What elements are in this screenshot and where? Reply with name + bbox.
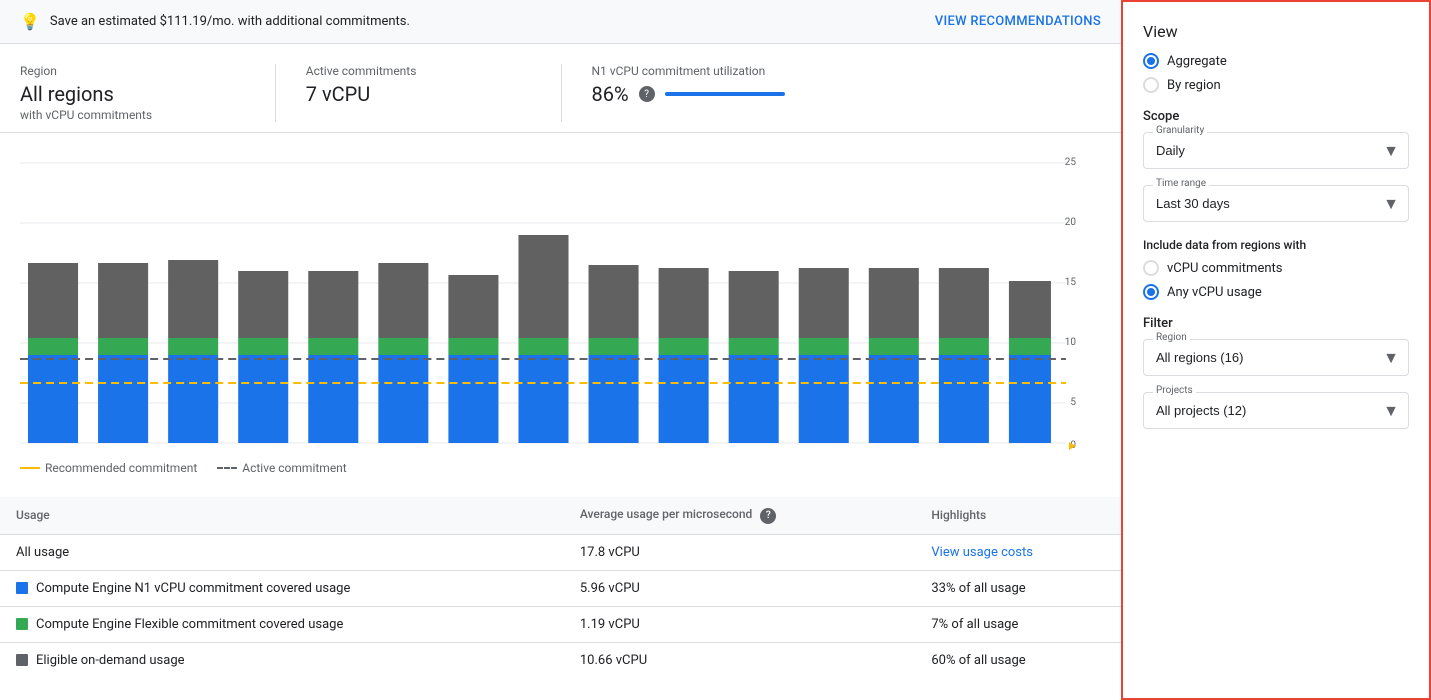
- legend-active: Active commitment: [217, 461, 346, 475]
- include-vcpu-commitments-label: vCPU commitments: [1167, 261, 1282, 276]
- utilization-help-icon[interactable]: ?: [639, 86, 655, 102]
- utilization-label: N1 vCPU commitment utilization: [592, 64, 1042, 78]
- view-radio-group: Aggregate By region: [1143, 53, 1409, 93]
- usage-table: Usage Average usage per microsecond ? Hi…: [0, 497, 1121, 678]
- projects-filter-select[interactable]: All projects (12): [1143, 392, 1409, 429]
- view-aggregate-radio[interactable]: [1143, 53, 1159, 69]
- avg-help-icon[interactable]: ?: [760, 508, 776, 524]
- stats-row: Region All regions with vCPU commitments…: [0, 44, 1121, 133]
- avg-cell: 10.66 vCPU: [564, 642, 916, 678]
- filter-title: Filter: [1143, 316, 1409, 331]
- view-aggregate-label: Aggregate: [1167, 54, 1227, 69]
- include-label: Include data from regions with: [1143, 238, 1409, 252]
- legend-recommended-label: Recommended commitment: [45, 461, 197, 475]
- table-row: Compute Engine Flexible commitment cover…: [0, 606, 1121, 642]
- col-usage: Usage: [0, 497, 564, 534]
- chart-area: 25 20 15 10 5 0: [0, 133, 1121, 487]
- panel-view-title: View: [1143, 22, 1409, 41]
- banner-text: Save an estimated $111.19/mo. with addit…: [50, 14, 410, 29]
- savings-banner: 💡 Save an estimated $111.19/mo. with add…: [0, 0, 1121, 44]
- region-label: Region: [20, 64, 245, 78]
- usage-color-dot: [16, 618, 28, 630]
- table-row: Eligible on-demand usage10.66 vCPU60% of…: [0, 642, 1121, 678]
- include-vcpu-commitments-radio[interactable]: [1143, 260, 1159, 276]
- legend-active-label: Active commitment: [242, 461, 346, 475]
- lightbulb-icon: 💡: [20, 12, 40, 31]
- legend-active-line: [217, 467, 237, 469]
- commitments-label: Active commitments: [306, 64, 531, 78]
- avg-cell: 1.19 vCPU: [564, 606, 916, 642]
- projects-filter-wrapper: Projects All projects (12) ▼: [1143, 392, 1409, 429]
- col-highlights: Highlights: [915, 497, 1121, 534]
- region-filter-select[interactable]: All regions (16): [1143, 339, 1409, 376]
- include-any-vcpu-radio[interactable]: [1143, 284, 1159, 300]
- highlight-cell: 60% of all usage: [915, 642, 1121, 678]
- usage-cell: Compute Engine Flexible commitment cover…: [0, 606, 564, 642]
- region-value: All regions: [20, 82, 245, 106]
- commitments-value: 7 vCPU: [306, 82, 531, 106]
- include-any-vcpu-option[interactable]: Any vCPU usage: [1143, 284, 1409, 300]
- legend-recommended: Recommended commitment: [20, 461, 197, 475]
- granularity-float-label: Granularity: [1153, 125, 1207, 136]
- highlight-cell[interactable]: View usage costs: [915, 534, 1121, 570]
- time-range-select[interactable]: Last 7 days Last 14 days Last 30 days La…: [1143, 185, 1409, 222]
- include-vcpu-commitments-option[interactable]: vCPU commitments: [1143, 260, 1409, 276]
- view-usage-costs-link[interactable]: View usage costs: [931, 545, 1033, 560]
- utilization-bar: [665, 92, 785, 96]
- time-range-float-label: Time range: [1153, 178, 1209, 189]
- right-panel: View Aggregate By region Scope Granulari…: [1121, 0, 1431, 700]
- include-radio-group: vCPU commitments Any vCPU usage: [1143, 260, 1409, 300]
- view-byregion-option[interactable]: By region: [1143, 77, 1409, 93]
- svg-text:25: 25: [1065, 157, 1077, 168]
- region-stat: Region All regions with vCPU commitments: [20, 64, 276, 122]
- highlight-cell: 33% of all usage: [915, 570, 1121, 606]
- usage-color-dot: [16, 654, 28, 666]
- table-row: All usage17.8 vCPU View usage costs: [0, 534, 1121, 570]
- include-any-vcpu-label: Any vCPU usage: [1167, 285, 1262, 300]
- granularity-select[interactable]: Daily Weekly Monthly: [1143, 132, 1409, 169]
- highlight-cell: 7% of all usage: [915, 606, 1121, 642]
- usage-cell: Compute Engine N1 vCPU commitment covere…: [0, 570, 564, 606]
- usage-color-dot: [16, 582, 28, 594]
- view-byregion-label: By region: [1167, 78, 1221, 93]
- region-filter-float-label: Region: [1153, 332, 1190, 343]
- scope-title: Scope: [1143, 109, 1409, 124]
- usage-cell: Eligible on-demand usage: [0, 642, 564, 678]
- view-recommendations-link[interactable]: VIEW RECOMMENDATIONS: [935, 14, 1101, 29]
- svg-text:5: 5: [1070, 397, 1076, 408]
- bar-chart: 25 20 15 10 5 0: [20, 153, 1101, 453]
- svg-text:20: 20: [1065, 217, 1077, 228]
- usage-cell: All usage: [0, 534, 564, 570]
- granularity-wrapper: Granularity Daily Weekly Monthly ▼: [1143, 132, 1409, 169]
- chart-wrapper: 25 20 15 10 5 0: [20, 153, 1101, 453]
- avg-cell: 17.8 vCPU: [564, 534, 916, 570]
- view-byregion-radio[interactable]: [1143, 77, 1159, 93]
- avg-cell: 5.96 vCPU: [564, 570, 916, 606]
- region-sub: with vCPU commitments: [20, 108, 245, 122]
- svg-text:15: 15: [1065, 277, 1077, 288]
- col-avg: Average usage per microsecond ?: [564, 497, 916, 534]
- time-range-wrapper: Time range Last 7 days Last 14 days Last…: [1143, 185, 1409, 222]
- region-filter-wrapper: Region All regions (16) ▼: [1143, 339, 1409, 376]
- commitments-stat: Active commitments 7 vCPU: [306, 64, 562, 122]
- chart-legend: Recommended commitment Active commitment: [20, 453, 1101, 487]
- legend-recommended-line: [20, 467, 40, 469]
- projects-filter-float-label: Projects: [1153, 385, 1196, 396]
- view-aggregate-option[interactable]: Aggregate: [1143, 53, 1409, 69]
- table-row: Compute Engine N1 vCPU commitment covere…: [0, 570, 1121, 606]
- svg-text:10: 10: [1065, 337, 1077, 348]
- utilization-value: 86%: [592, 82, 629, 106]
- utilization-stat: N1 vCPU commitment utilization 86% ?: [592, 64, 1072, 122]
